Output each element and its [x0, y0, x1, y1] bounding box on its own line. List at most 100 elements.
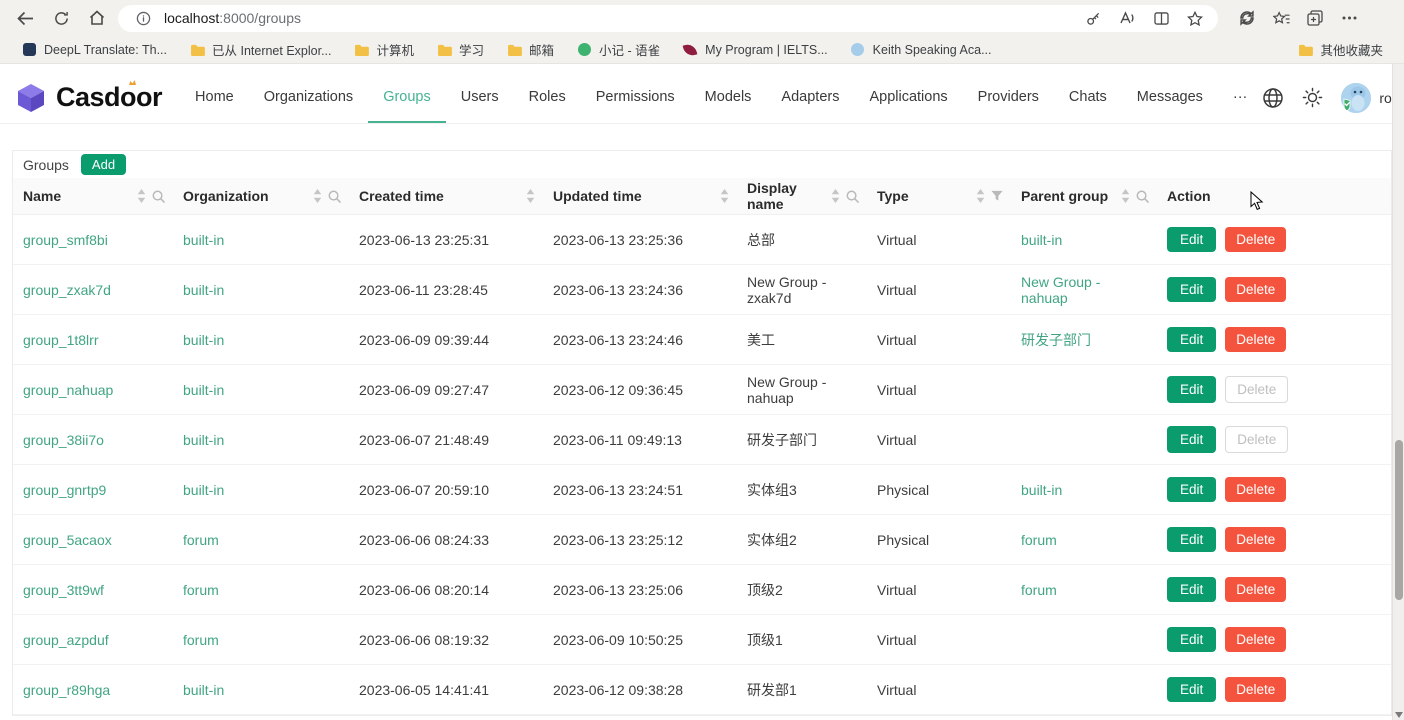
group-name-link[interactable]: group_38ii7o — [23, 432, 104, 448]
search-icon[interactable] — [328, 190, 341, 203]
edit-button[interactable]: Edit — [1167, 577, 1216, 602]
filter-icon[interactable] — [991, 190, 1003, 202]
bookmark-item[interactable]: 小记 - 语雀 — [567, 37, 669, 62]
group-name-link[interactable]: group_1t8lrr — [23, 332, 99, 348]
bookmark-item[interactable]: 计算机 — [345, 37, 424, 62]
nav-item-providers[interactable]: Providers — [963, 72, 1054, 123]
type-cell: Virtual — [867, 415, 1011, 465]
read-aloud-icon[interactable] — [1114, 6, 1140, 30]
column-header[interactable]: Updated time — [543, 178, 737, 215]
column-header[interactable]: Parent group — [1011, 178, 1157, 215]
search-icon[interactable] — [1136, 190, 1149, 203]
add-button[interactable]: Add — [81, 154, 126, 175]
parent-group-link[interactable]: built-in — [1021, 232, 1062, 248]
parent-group-link[interactable]: built-in — [1021, 482, 1062, 498]
nav-item-[interactable]: ··· — [1218, 72, 1263, 123]
group-name-link[interactable]: group_nahuap — [23, 382, 113, 398]
nav-item-applications[interactable]: Applications — [854, 72, 962, 123]
nav-item-groups[interactable]: Groups — [368, 72, 446, 123]
group-name-link[interactable]: group_5acaox — [23, 532, 112, 548]
group-name-link[interactable]: group_zxak7d — [23, 282, 111, 298]
edit-button[interactable]: Edit — [1167, 426, 1216, 453]
column-header[interactable]: Display name — [737, 178, 867, 215]
nav-item-users[interactable]: Users — [446, 72, 514, 123]
group-name-link[interactable]: group_azpduf — [23, 632, 109, 648]
address-bar[interactable]: localhost:8000/groups — [118, 5, 1218, 32]
scrollbar-down-arrow[interactable] — [1395, 712, 1403, 718]
search-icon[interactable] — [846, 190, 859, 203]
nav-item-organizations[interactable]: Organizations — [249, 72, 368, 123]
edit-button[interactable]: Edit — [1167, 227, 1216, 252]
bookmark-item[interactable]: 已从 Internet Explor... — [180, 37, 341, 62]
bookmark-item[interactable]: Keith Speaking Aca... — [841, 39, 1001, 61]
browser-essentials-icon[interactable] — [1232, 4, 1262, 32]
search-icon[interactable] — [152, 190, 165, 203]
organization-link[interactable]: forum — [183, 632, 219, 648]
delete-button[interactable]: Delete — [1225, 477, 1286, 502]
edit-button[interactable]: Edit — [1167, 627, 1216, 652]
column-header[interactable]: Action — [1157, 178, 1391, 215]
organization-link[interactable]: built-in — [183, 382, 224, 398]
group-name-link[interactable]: group_smf8bi — [23, 232, 108, 248]
edit-button[interactable]: Edit — [1167, 327, 1216, 352]
nav-item-roles[interactable]: Roles — [514, 72, 581, 123]
parent-group-link[interactable]: New Group - nahuap — [1021, 274, 1100, 306]
group-name-link[interactable]: group_3tt9wf — [23, 582, 104, 598]
edit-button[interactable]: Edit — [1167, 376, 1216, 403]
organization-link[interactable]: forum — [183, 532, 219, 548]
site-info-icon[interactable] — [130, 6, 156, 30]
parent-group-link[interactable]: forum — [1021, 532, 1057, 548]
parent-group-link[interactable]: forum — [1021, 582, 1057, 598]
delete-button[interactable]: Delete — [1225, 527, 1286, 552]
organization-link[interactable]: forum — [183, 582, 219, 598]
organization-link[interactable]: built-in — [183, 482, 224, 498]
other-favorites-folder[interactable]: 其他收藏夹 — [1288, 37, 1392, 62]
column-header[interactable]: Name — [13, 178, 173, 215]
delete-button[interactable]: Delete — [1225, 277, 1286, 302]
nav-item-adapters[interactable]: Adapters — [766, 72, 854, 123]
delete-button[interactable]: Delete — [1225, 327, 1286, 352]
group-name-link[interactable]: group_r89hga — [23, 682, 110, 698]
scrollbar-thumb[interactable] — [1395, 440, 1403, 600]
browser-menu-icon[interactable] — [1334, 4, 1364, 32]
group-name-link[interactable]: group_gnrtp9 — [23, 482, 106, 498]
bookmark-item[interactable]: DeepL Translate: Th... — [12, 39, 176, 61]
theme-sun-icon[interactable] — [1302, 87, 1323, 108]
column-header[interactable]: Organization — [173, 178, 349, 215]
refresh-icon[interactable] — [46, 4, 76, 32]
password-key-icon[interactable] — [1080, 6, 1106, 30]
organization-link[interactable]: built-in — [183, 282, 224, 298]
bookmark-item[interactable]: 邮箱 — [497, 37, 563, 62]
collections-icon[interactable] — [1300, 4, 1330, 32]
delete-button[interactable]: Delete — [1225, 677, 1286, 702]
nav-item-messages[interactable]: Messages — [1122, 72, 1218, 123]
home-icon[interactable] — [82, 4, 112, 32]
organization-link[interactable]: built-in — [183, 682, 224, 698]
edit-button[interactable]: Edit — [1167, 677, 1216, 702]
edit-button[interactable]: Edit — [1167, 527, 1216, 552]
delete-button[interactable]: Delete — [1225, 627, 1286, 652]
organization-link[interactable]: built-in — [183, 432, 224, 448]
favorite-star-icon[interactable] — [1182, 6, 1208, 30]
nav-item-models[interactable]: Models — [690, 72, 767, 123]
nav-item-chats[interactable]: Chats — [1054, 72, 1122, 123]
edit-button[interactable]: Edit — [1167, 477, 1216, 502]
nav-item-home[interactable]: Home — [180, 72, 249, 123]
parent-group-link[interactable]: 研发子部门 — [1021, 332, 1091, 348]
organization-link[interactable]: built-in — [183, 232, 224, 248]
organization-link[interactable]: built-in — [183, 332, 224, 348]
delete-button[interactable]: Delete — [1225, 577, 1286, 602]
favorites-bar-icon[interactable] — [1266, 4, 1296, 32]
delete-button[interactable]: Delete — [1225, 227, 1286, 252]
split-screen-icon[interactable] — [1148, 6, 1174, 30]
vertical-scrollbar[interactable] — [1392, 64, 1404, 720]
column-header[interactable]: Type — [867, 178, 1011, 215]
casdoor-logo[interactable]: Casdoor — [14, 72, 162, 123]
column-header[interactable]: Created time — [349, 178, 543, 215]
bookmark-item[interactable]: My Program | IELTS... — [673, 39, 837, 61]
back-icon[interactable] — [10, 4, 40, 32]
language-globe-icon[interactable] — [1262, 87, 1284, 109]
nav-item-permissions[interactable]: Permissions — [581, 72, 690, 123]
bookmark-item[interactable]: 学习 — [427, 37, 493, 62]
edit-button[interactable]: Edit — [1167, 277, 1216, 302]
